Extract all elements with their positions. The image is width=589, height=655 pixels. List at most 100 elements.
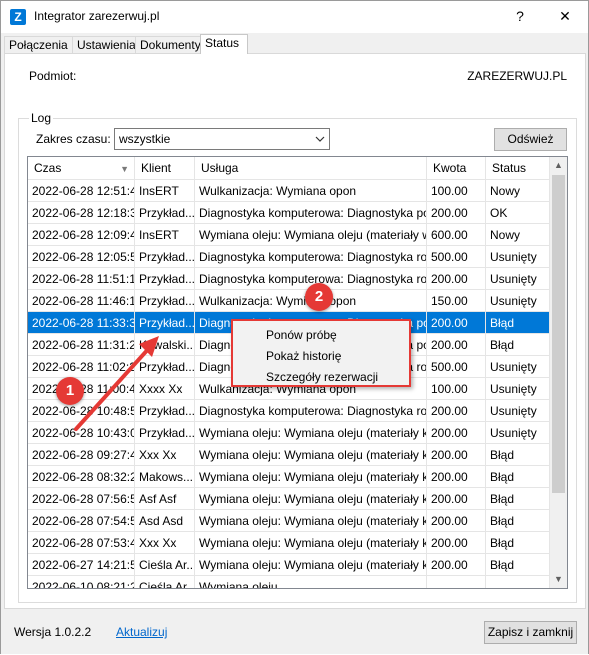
table-row[interactable]: 2022-06-27 14:21:53 Cieśla Ar... Wymiana o… [28,554,550,576]
cell-czas: 2022-06-28 09:27:41 [28,444,135,466]
cell-status: Usunięty [486,290,550,312]
table-row[interactable]: 2022-06-28 12:09:46 InsERT Wymiana oleju: … [28,224,550,246]
cell-klient: Przykład... [135,268,195,290]
time-range-select[interactable]: wszystkie [114,128,330,150]
table-row[interactable]: 2022-06-28 09:27:41 Xxx Xx Wymiana oleju: … [28,444,550,466]
tab-status[interactable]: Status [200,34,248,54]
context-menu: Ponów próbę Pokaż historię Szczegóły rez… [231,319,411,387]
cell-kwota: 200.00 [427,334,486,356]
menu-item-retry[interactable]: Ponów próbę [266,325,337,345]
cell-klient: Przykład... [135,202,195,224]
tab-polaczenia[interactable]: Połączenia [4,36,74,54]
column-header-kwota[interactable]: Kwota [427,157,486,180]
refresh-button[interactable]: Odśwież [494,128,567,151]
cell-czas: 2022-06-28 12:51:46 [28,180,135,202]
sort-down-icon: ▼ [120,164,129,174]
log-group-label: Log [29,111,54,125]
cell-klient: Kowalski... [135,334,195,356]
cell-kwota [427,576,486,588]
save-and-close-button[interactable]: Zapisz i zamknij [484,621,577,644]
cell-klient: InsERT [135,180,195,202]
cell-kwota: 200.00 [427,510,486,532]
cell-klient: Przykład... [135,356,195,378]
table-row[interactable]: 2022-06-28 07:53:40 Xxx Xx Wymiana oleju: … [28,532,550,554]
table-row[interactable]: 2022-06-28 08:32:28 Makows... Wymiana olej… [28,466,550,488]
table-row[interactable]: 2022-06-28 07:54:56 Asd Asd Wymiana oleju:… [28,510,550,532]
app-logo-icon: Z [10,9,26,25]
cell-klient: Asd Asd [135,510,195,532]
cell-klient: Cieśla Ar... [135,554,195,576]
table-row[interactable]: 2022-06-28 12:18:36 Przykład... Diagnostyk… [28,202,550,224]
title-bar[interactable]: Z Integrator zarezerwuj.pl ? ✕ [1,1,588,33]
cell-kwota: 200.00 [427,532,486,554]
cell-usluga: Wymiana oleju: Wymiana oleju (materiały … [195,554,427,576]
column-header-czas[interactable]: Czas ▼ [28,157,135,180]
scroll-down-icon[interactable]: ▼ [550,571,567,588]
cell-czas: 2022-06-28 12:18:36 [28,202,135,224]
column-header-klient[interactable]: Klient [135,157,195,180]
cell-czas: 2022-06-28 07:56:55 [28,488,135,510]
cell-status: Usunięty [486,400,550,422]
cell-czas: 2022-06-28 12:09:46 [28,224,135,246]
help-button[interactable]: ? [507,5,533,27]
update-link[interactable]: Aktualizuj [116,625,167,639]
version-label: Wersja 1.0.2.2 [14,625,92,639]
table-row[interactable]: 2022-06-28 10:48:51 Przykład... Diagnostyk… [28,400,550,422]
table-row[interactable]: 2022-06-28 10:43:00 Przykład... Wymiana ol… [28,422,550,444]
cell-klient: Przykład... [135,246,195,268]
cell-klient: Cieśla Ar... [135,576,195,588]
cell-klient: Przykład... [135,400,195,422]
table-row[interactable]: 2022-06-28 11:46:11 Przykład... Wulkanizac… [28,290,550,312]
cell-usluga: Wymiana oleju: Wymiana oleju (materiały … [195,488,427,510]
tab-ustawienia[interactable]: Ustawienia [72,36,136,54]
cell-klient: Asf Asf [135,488,195,510]
cell-czas: 2022-06-28 11:02:22 [28,356,135,378]
cell-kwota: 100.00 [427,180,486,202]
cell-status: Usunięty [486,268,550,290]
menu-item-show-history[interactable]: Pokaż historię [266,346,341,366]
cell-czas: 2022-06-28 12:05:54 [28,246,135,268]
cell-status: Nowy [486,180,550,202]
cell-kwota: 200.00 [427,422,486,444]
cell-klient: Przykład... [135,422,195,444]
cell-czas: 2022-06-28 07:54:56 [28,510,135,532]
cell-kwota: 150.00 [427,290,486,312]
cell-czas: 2022-06-28 11:46:11 [28,290,135,312]
cell-usluga: Wymiana oleju: Wymiana oleju (materiały … [195,422,427,444]
cell-czas: 2022-06-28 10:48:51 [28,400,135,422]
cell-klient: Xxx Xx [135,532,195,554]
cell-klient: Makows... [135,466,195,488]
cell-status: Błąd [486,444,550,466]
cell-status: Usunięty [486,246,550,268]
cell-kwota: 200.00 [427,554,486,576]
table-row[interactable]: 2022-06-28 12:05:54 Przykład... Diagnostyk… [28,246,550,268]
tab-dokumenty[interactable]: Dokumenty [135,36,201,54]
cell-status: Nowy [486,224,550,246]
table-row[interactable]: 2022-06-28 11:51:19 Przykład... Diagnostyk… [28,268,550,290]
table-row[interactable]: 2022-06-28 12:51:46 InsERT Wulkanizacja: W… [28,180,550,202]
menu-item-reservation-details[interactable]: Szczegóły rezerwacji [266,367,378,387]
cell-status: Błąd [486,510,550,532]
scrollbar-thumb[interactable] [552,175,565,493]
cell-usluga: Diagnostyka komputerowa: Diagnostyka roz… [195,246,427,268]
cell-kwota: 200.00 [427,466,486,488]
cell-status: Błąd [486,532,550,554]
table-row[interactable]: 2022-06-10 08:21:24 Cieśla Ar... Wymiana o… [28,576,550,588]
time-range-value: wszystkie [119,132,171,146]
scroll-up-icon[interactable]: ▲ [550,157,567,174]
table-row[interactable]: 2022-06-28 07:56:55 Asf Asf Wymiana oleju:… [28,488,550,510]
chevron-down-icon [315,129,325,156]
cell-status [486,576,550,588]
close-button[interactable]: ✕ [552,5,578,27]
cell-czas: 2022-06-28 11:51:19 [28,268,135,290]
column-header-status[interactable]: Status [486,157,550,180]
cell-czas: 2022-06-28 10:43:00 [28,422,135,444]
cell-czas: 2022-06-10 08:21:24 [28,576,135,588]
cell-kwota: 600.00 [427,224,486,246]
cell-status: Usunięty [486,422,550,444]
cell-kwota: 100.00 [427,378,486,400]
cell-status: OK [486,202,550,224]
footer-bar: Wersja 1.0.2.2 Aktualizuj Zapisz i zamkn… [1,610,588,654]
column-header-usluga[interactable]: Usługa [195,157,427,180]
vertical-scrollbar[interactable]: ▲ ▼ [550,157,567,588]
